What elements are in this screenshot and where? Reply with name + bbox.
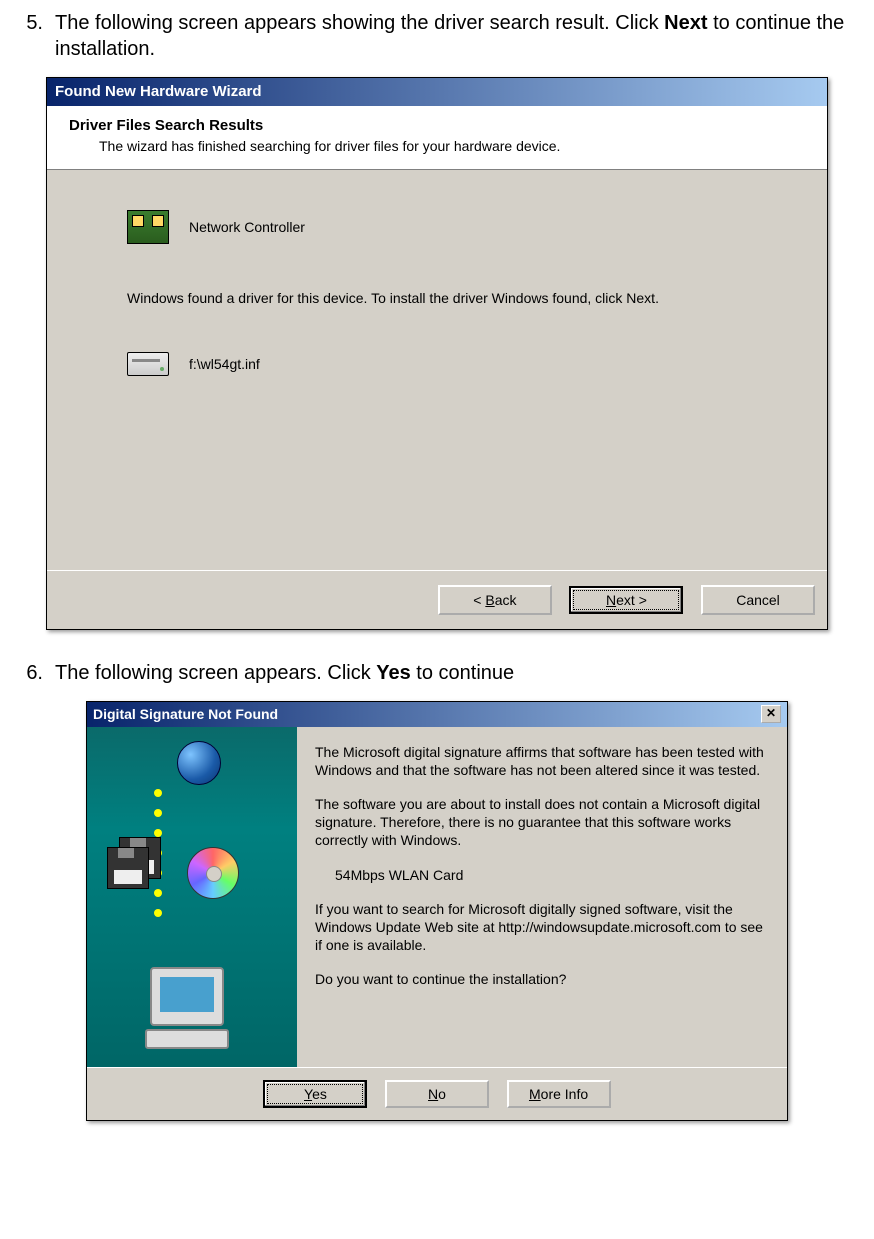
found-hardware-wizard-dialog: Found New Hardware Wizard Driver Files S… bbox=[46, 77, 828, 630]
step6-text-c: to continue bbox=[411, 662, 514, 684]
network-card-icon bbox=[127, 210, 169, 244]
device-name: Network Controller bbox=[189, 218, 305, 236]
step-number: 6. bbox=[15, 660, 55, 686]
inf-row: f:\wl54gt.inf bbox=[127, 352, 787, 376]
step5-text-a: The following screen appears showing the… bbox=[55, 12, 664, 34]
no-button[interactable]: No bbox=[385, 1080, 489, 1108]
sig-paragraph-3: If you want to search for Microsoft digi… bbox=[315, 900, 765, 955]
step6-bold: Yes bbox=[376, 662, 410, 684]
title-bar: Digital Signature Not Found ✕ bbox=[87, 702, 787, 726]
button-bar: Yes No More Info bbox=[87, 1067, 787, 1120]
step-number: 5. bbox=[15, 10, 55, 62]
dialog-title: Digital Signature Not Found bbox=[93, 705, 278, 723]
found-message: Windows found a driver for this device. … bbox=[127, 289, 787, 307]
dialog-text: The Microsoft digital signature affirms … bbox=[297, 727, 787, 1067]
inf-path: f:\wl54gt.inf bbox=[189, 355, 260, 373]
yes-button[interactable]: Yes bbox=[263, 1080, 367, 1108]
header-title: Driver Files Search Results bbox=[69, 116, 815, 136]
step-6: 6. The following screen appears. Click Y… bbox=[15, 660, 859, 686]
cancel-button[interactable]: Cancel bbox=[701, 585, 815, 615]
step-text: The following screen appears. Click Yes … bbox=[55, 660, 859, 686]
title-bar: Found New Hardware Wizard bbox=[47, 78, 827, 106]
wizard-header: Driver Files Search Results The wizard h… bbox=[47, 106, 827, 171]
sig-paragraph-4: Do you want to continue the installation… bbox=[315, 970, 765, 988]
globe-icon bbox=[177, 741, 221, 785]
computer-icon bbox=[142, 967, 232, 1047]
step-5: 5. The following screen appears showing … bbox=[15, 10, 859, 62]
header-subtitle: The wizard has finished searching for dr… bbox=[99, 137, 815, 155]
cd-icon bbox=[187, 847, 239, 899]
side-graphic bbox=[87, 727, 297, 1067]
step5-bold: Next bbox=[664, 12, 707, 34]
device-name: 54Mbps WLAN Card bbox=[335, 866, 765, 884]
step6-text-a: The following screen appears. Click bbox=[55, 662, 376, 684]
sig-paragraph-2: The software you are about to install do… bbox=[315, 795, 765, 850]
digital-signature-dialog: Digital Signature Not Found ✕ The Micros… bbox=[86, 701, 788, 1120]
floppy-icon bbox=[107, 837, 167, 887]
back-button[interactable]: < Back bbox=[438, 585, 552, 615]
device-row: Network Controller bbox=[127, 210, 787, 244]
wizard-content: Network Controller Windows found a drive… bbox=[47, 170, 827, 570]
next-button[interactable]: Next > bbox=[569, 586, 683, 614]
sig-paragraph-1: The Microsoft digital signature affirms … bbox=[315, 743, 765, 779]
more-info-button[interactable]: More Info bbox=[507, 1080, 611, 1108]
step-text: The following screen appears showing the… bbox=[55, 10, 859, 62]
dialog-body: The Microsoft digital signature affirms … bbox=[87, 727, 787, 1067]
drive-icon bbox=[127, 352, 169, 376]
close-button[interactable]: ✕ bbox=[761, 705, 781, 723]
button-bar: < Back Next > Cancel bbox=[47, 570, 827, 629]
